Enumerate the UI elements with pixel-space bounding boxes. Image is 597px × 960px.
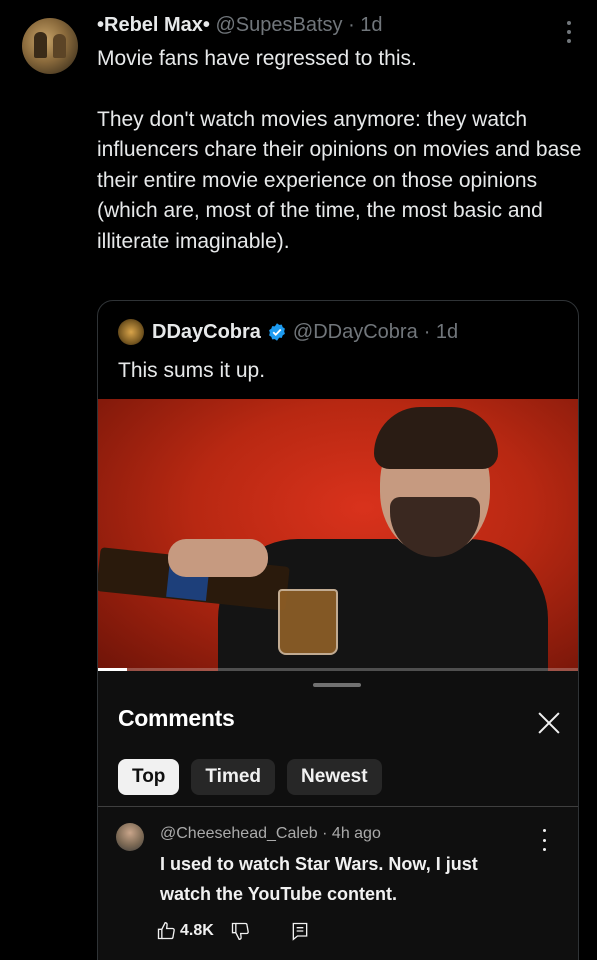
commenter-avatar[interactable] bbox=[116, 823, 144, 851]
thumbs-up-icon[interactable] bbox=[156, 921, 176, 941]
divider bbox=[98, 806, 578, 807]
video-thumbnail[interactable] bbox=[98, 399, 578, 671]
author-avatar[interactable] bbox=[22, 18, 78, 74]
drag-handle[interactable] bbox=[313, 683, 361, 687]
comment-text: I used to watch Star Wars. Now, I just w… bbox=[160, 854, 478, 904]
video-glass bbox=[278, 589, 338, 655]
video-hand bbox=[168, 539, 268, 577]
quote-header: DDayCobra @DDayCobra · 1d bbox=[118, 319, 458, 345]
quote-author-avatar[interactable] bbox=[118, 319, 144, 345]
thumbs-down-icon[interactable] bbox=[230, 921, 250, 941]
verified-badge-icon bbox=[269, 323, 285, 341]
quote-time: · 1d bbox=[423, 321, 459, 343]
commenter-handle[interactable]: @Cheesehead_Caleb bbox=[160, 825, 318, 842]
quote-author-name[interactable]: DDayCobra bbox=[152, 319, 261, 345]
more-options-icon[interactable] bbox=[559, 18, 579, 46]
author-handle[interactable]: @SupesBatsy bbox=[216, 14, 343, 36]
comment-meta: @Cheesehead_Caleb · 4h ago bbox=[160, 825, 381, 843]
comments-panel: Comments Top Timed Newest @Cheesehead_Ca… bbox=[98, 671, 578, 960]
chip-top[interactable]: Top bbox=[118, 759, 180, 795]
comment-more-icon[interactable] bbox=[540, 829, 548, 851]
post-paragraph: Movie fans have regressed to this. bbox=[97, 47, 417, 70]
comment-time: · 4h ago bbox=[322, 825, 381, 842]
reply-icon[interactable] bbox=[290, 921, 310, 941]
post-paragraph: They don't watch movies anymore: they wa… bbox=[97, 107, 582, 253]
post-time: · 1d bbox=[348, 14, 383, 36]
quoted-post[interactable]: DDayCobra @DDayCobra · 1d This sums it u… bbox=[97, 300, 579, 960]
comment-actions: 4.8K bbox=[156, 921, 310, 941]
close-icon[interactable] bbox=[538, 711, 560, 733]
chip-newest[interactable]: Newest bbox=[287, 759, 382, 795]
post-text: Movie fans have regressed to this. They … bbox=[97, 44, 585, 257]
like-count: 4.8K bbox=[180, 922, 214, 939]
video-figure-hair bbox=[374, 407, 498, 469]
quote-text: This sums it up. bbox=[118, 359, 266, 382]
chip-timed[interactable]: Timed bbox=[191, 759, 276, 795]
quote-author-handle[interactable]: @DDayCobra bbox=[293, 319, 418, 345]
comment-sort-chips: Top Timed Newest bbox=[118, 759, 394, 795]
comments-title: Comments bbox=[118, 705, 235, 731]
author-name[interactable]: •Rebel Max• bbox=[97, 14, 210, 36]
post-header: •Rebel Max• @SupesBatsy · 1d bbox=[97, 12, 383, 38]
